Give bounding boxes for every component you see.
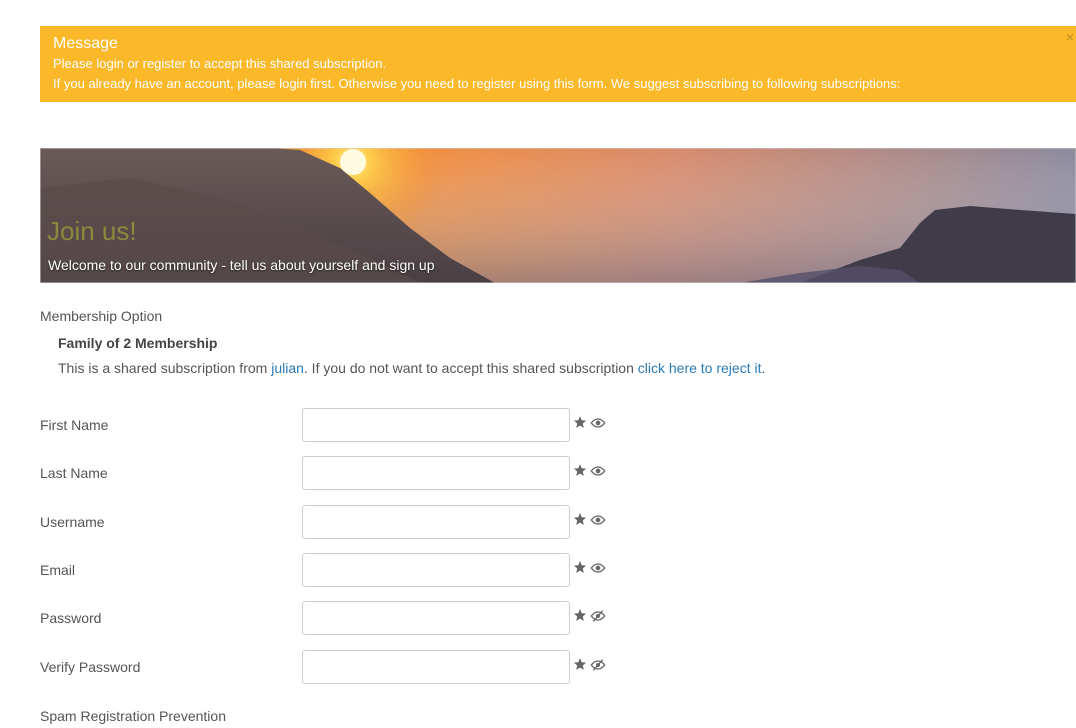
alert-line-2: If you already have an account, please l… <box>53 76 901 91</box>
username-row: Username <box>40 505 640 539</box>
star-icon <box>573 416 587 428</box>
star-icon <box>573 561 587 573</box>
email-row: Email <box>40 553 640 587</box>
plan-desc-middle: . If you do not want to accept this shar… <box>303 360 638 376</box>
eye-icon[interactable] <box>590 561 606 575</box>
close-icon[interactable]: × <box>1066 30 1074 44</box>
spam-prevention-label: Spam Registration Prevention <box>40 708 226 724</box>
last-name-field[interactable] <box>302 456 570 490</box>
membership-option-label: Membership Option <box>40 308 163 324</box>
eye-slash-icon[interactable] <box>590 658 606 672</box>
shared-by-link[interactable]: julian <box>271 360 304 376</box>
banner-heading: Join us! <box>47 216 137 246</box>
password-label: Password <box>40 610 102 626</box>
verify-password-field[interactable] <box>302 650 570 684</box>
first-name-field[interactable] <box>302 408 570 442</box>
last-name-row: Last Name <box>40 456 640 490</box>
banner-subheading: Welcome to our community - tell us about… <box>48 257 435 273</box>
alert-line-1: Please login or register to accept this … <box>53 56 387 71</box>
join-banner: Join us! Welcome to our community - tell… <box>40 148 1076 283</box>
star-icon <box>573 658 587 670</box>
star-icon <box>573 464 587 476</box>
plan-name: Family of 2 Membership <box>58 335 218 351</box>
star-icon <box>573 609 587 621</box>
star-icon <box>573 513 587 525</box>
email-field[interactable] <box>302 553 570 587</box>
plan-desc-prefix: This is a shared subscription from <box>58 360 272 376</box>
alert-title: Message <box>53 35 118 52</box>
eye-icon[interactable] <box>590 464 606 478</box>
eye-slash-icon[interactable] <box>590 609 606 623</box>
first-name-label: First Name <box>40 417 109 433</box>
username-label: Username <box>40 514 105 530</box>
verify-password-label: Verify Password <box>40 659 141 675</box>
password-field[interactable] <box>302 601 570 635</box>
plan-desc-suffix: . <box>761 360 766 376</box>
plan-description: This is a shared subscription from julia… <box>58 360 765 376</box>
email-label: Email <box>40 562 76 578</box>
verify-password-row: Verify Password <box>40 650 640 684</box>
reject-subscription-link[interactable]: click here to reject it <box>638 360 762 376</box>
first-name-row: First Name <box>40 408 640 442</box>
username-field[interactable] <box>302 505 570 539</box>
eye-icon[interactable] <box>590 513 606 527</box>
eye-icon[interactable] <box>590 416 606 430</box>
password-row: Password <box>40 601 640 635</box>
message-alert: Message Please login or register to acce… <box>40 26 1076 102</box>
last-name-label: Last Name <box>40 465 108 481</box>
